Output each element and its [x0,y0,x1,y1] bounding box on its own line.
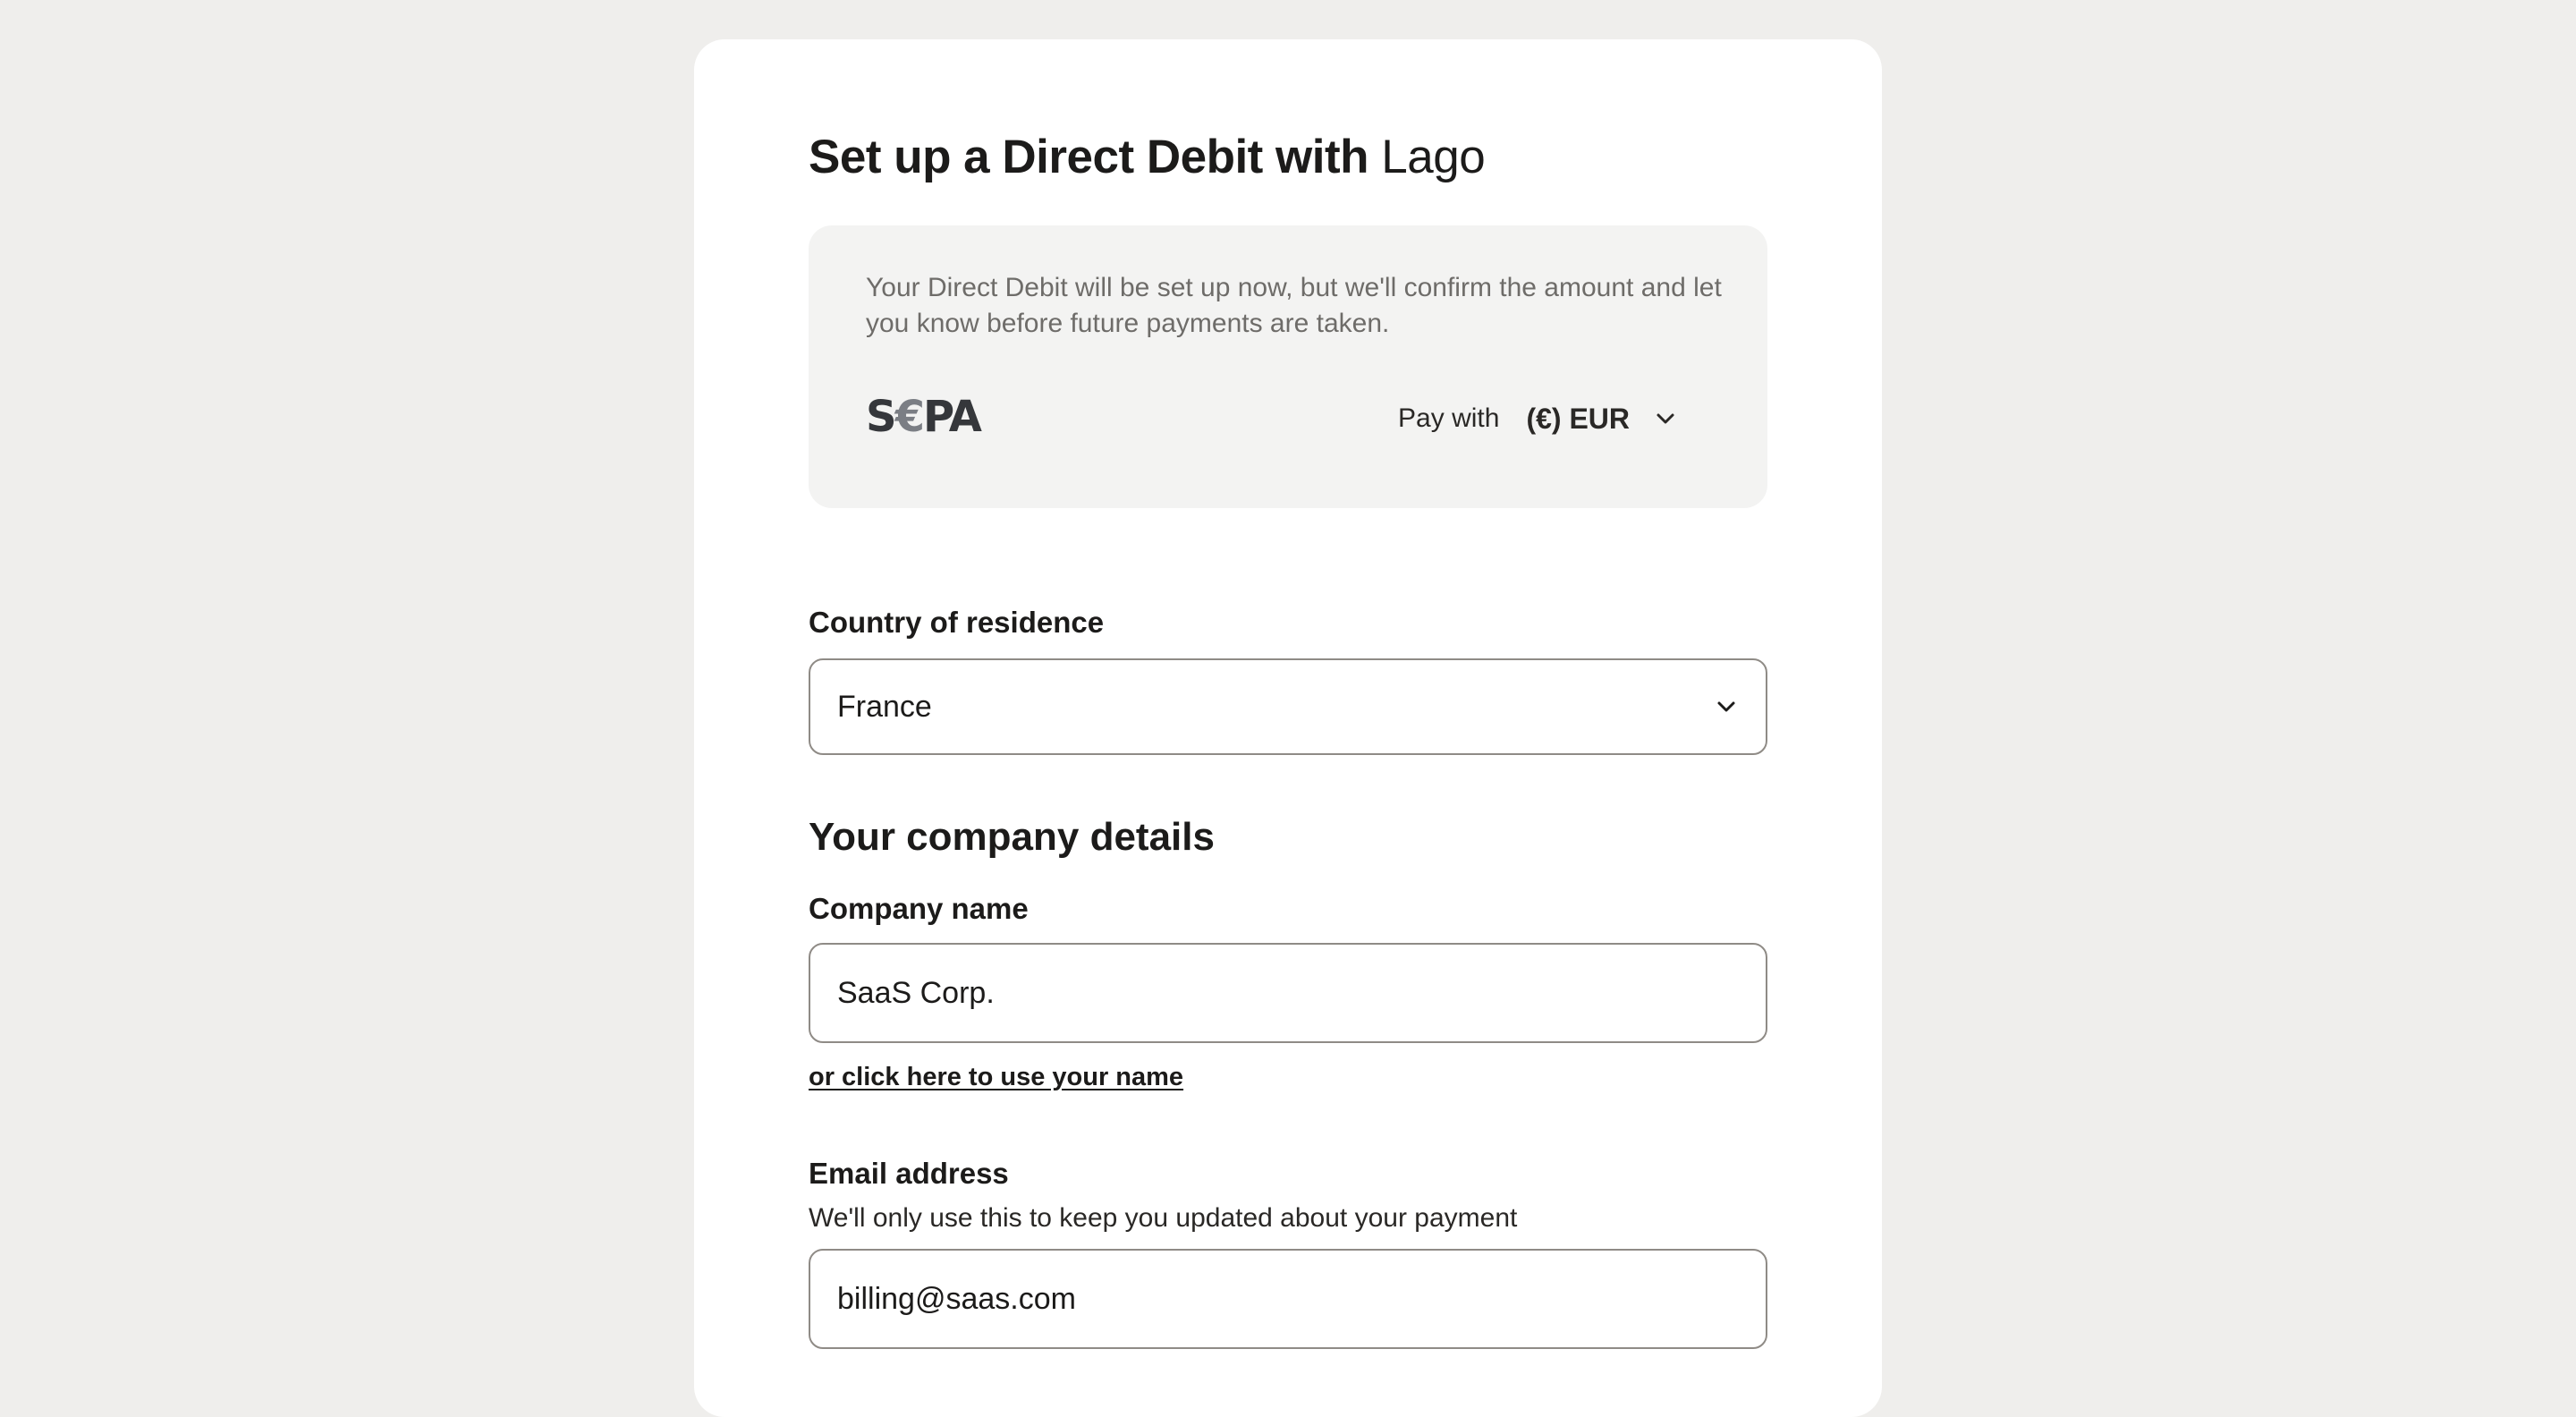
sepa-logo-prefix: S [866,392,897,442]
company-name-label: Company name [809,892,1029,925]
email-field[interactable] [809,1249,1767,1349]
payment-setup-card: Set up a Direct Debit with Lago Your Dir… [694,39,1882,1417]
country-select[interactable]: France [809,658,1767,755]
pay-with-group: Pay with (€) EUR [1398,392,1678,445]
company-details-heading: Your company details [809,815,1215,859]
page-title-main: Set up a Direct Debit with [809,131,1369,183]
email-label: Email address [809,1157,1009,1190]
pay-with-label: Pay with [1398,403,1500,433]
country-label: Country of residence [809,606,1105,639]
chevron-down-icon [1657,413,1674,424]
email-input[interactable] [837,1281,1739,1317]
use-your-name-link[interactable]: or click here to use your name [809,1059,1183,1095]
merchant-name: Lago [1381,131,1486,183]
direct-debit-info-text: Your Direct Debit will be set up now, bu… [866,273,1722,338]
company-name-field[interactable] [809,943,1767,1043]
sepa-logo-euro: € [894,392,925,442]
currency-select[interactable]: (€) EUR [1526,403,1678,436]
direct-debit-info-box: Your Direct Debit will be set up now, bu… [809,225,1767,508]
email-hint: We'll only use this to keep you updated … [809,1203,1518,1233]
chevron-down-icon [1717,701,1735,712]
company-name-input[interactable] [837,975,1739,1011]
currency-value: (€) EUR [1526,402,1630,435]
country-select-value: France [837,689,932,724]
sepa-logo: S€PA [866,392,982,442]
sepa-logo-suffix: PA [922,392,982,442]
page-title: Set up a Direct Debit with Lago [809,122,1486,193]
